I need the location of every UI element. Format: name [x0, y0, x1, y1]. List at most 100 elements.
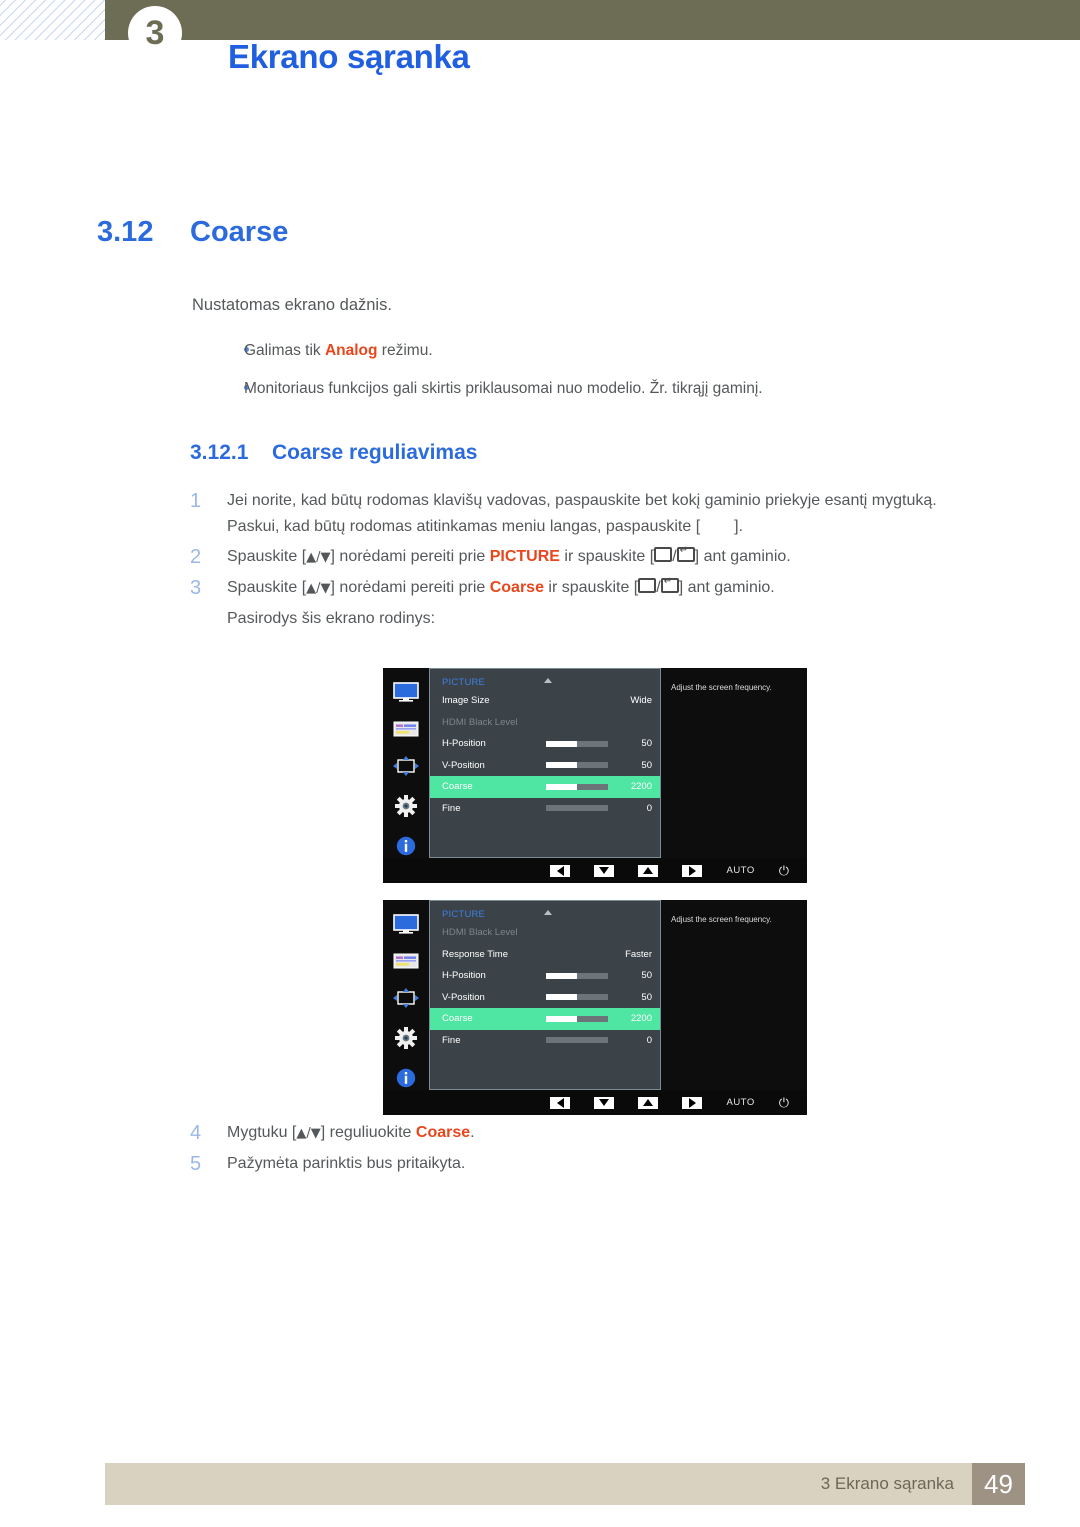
- right-arrow-key-icon[interactable]: [682, 864, 703, 877]
- step-3-number: 3: [190, 577, 202, 599]
- menu-button-icon: [638, 578, 657, 593]
- osd-menu-rows-1: Image Size Wide HDMI Black Level H-Position…: [430, 690, 660, 819]
- step-5: 5 Pažymėta parinktis bus pritaikyta.: [190, 1151, 1030, 1177]
- header-band: [105, 0, 1080, 40]
- section-heading: 3.12 Coarse: [97, 216, 288, 249]
- step-3-continuation: Pasirodys šis ekrano rodinys:: [227, 610, 436, 627]
- down-arrow-key-icon[interactable]: [594, 1096, 615, 1109]
- monitor-icon: [393, 682, 419, 707]
- bullet-text-post: režimu.: [377, 342, 433, 359]
- osd-menu-item-value: Wide: [630, 695, 652, 707]
- step-2-mid2: ir spauskite [: [559, 548, 655, 565]
- osd-slider[interactable]: [546, 1037, 608, 1044]
- step-2-mid: ] norėdami pereiti prie: [330, 548, 490, 565]
- osd-menu-item[interactable]: HDMI Black Level: [430, 922, 660, 944]
- up-arrow-key-icon[interactable]: [638, 864, 659, 877]
- menu-button-icon: [654, 547, 673, 562]
- subsection-heading: 3.12.1 Coarse reguliavimas: [190, 441, 477, 465]
- step-3-suffix: ] ant gaminio.: [678, 579, 775, 596]
- step-1-line2-suffix: ].: [734, 518, 744, 535]
- osd-menu-item-label: H-Position: [442, 970, 486, 982]
- section-title: Coarse: [190, 216, 289, 248]
- bullet-item: Galimas tik Analog režimu.: [192, 341, 1022, 361]
- left-arrow-key-icon[interactable]: [550, 864, 571, 877]
- auto-button-label[interactable]: AUTO: [726, 1097, 754, 1108]
- down-arrow-key-icon[interactable]: [594, 864, 615, 877]
- bullet-dot-icon: [192, 341, 244, 361]
- osd-sidebar: [383, 668, 429, 858]
- osd-menu-item-value: 0: [646, 802, 652, 814]
- enter-button-icon: [676, 545, 695, 562]
- osd-menu-item[interactable]: Fine 0: [430, 798, 660, 820]
- osd-slider[interactable]: [546, 972, 608, 979]
- chapter-number-badge: 3: [128, 6, 182, 60]
- bullet-list: Galimas tik Analog režimu. Monitoriaus f…: [192, 341, 1022, 417]
- osd-menu-item[interactable]: Fine 0: [430, 1030, 660, 1052]
- osd-menu-item[interactable]: Coarse 2200: [430, 776, 660, 798]
- step-4-keyword: Coarse: [415, 1124, 471, 1141]
- osd-menu-item-label: V-Position: [442, 759, 485, 771]
- section-number: 3.12: [97, 216, 154, 248]
- osd-slider[interactable]: [546, 762, 608, 769]
- step-3-prefix: Spauskite [: [227, 579, 307, 596]
- step-3: 3 Spauskite [▲/▼] norėdami pereiti prie …: [190, 575, 1030, 602]
- decorative-hatch-pattern: [0, 0, 105, 40]
- osd-menu-panel-1: PICTURE Image Size Wide HDMI Black Level H-…: [429, 668, 661, 858]
- osd-screenshot-1: PICTURE Image Size Wide HDMI Black Level H-…: [383, 668, 807, 883]
- footer-chapter-label: 3 Ekrano sąranka: [820, 1474, 954, 1493]
- osd-settings-icon: [393, 721, 419, 742]
- osd-menu-item-label: HDMI Black Level: [442, 927, 518, 939]
- osd-menu-item-label: Fine: [442, 1034, 461, 1046]
- step-4-mid: ] reguliuokite: [320, 1124, 416, 1141]
- step-2: 2 Spauskite [▲/▼] norėdami pereiti prie …: [190, 544, 1030, 571]
- osd-slider[interactable]: [546, 783, 608, 790]
- step-1-line1: Jei norite, kad būtų rodomas klavišų vad…: [227, 492, 937, 509]
- step-1-number: 1: [190, 490, 202, 512]
- step-3-mid2: ir spauskite [: [543, 579, 639, 596]
- auto-button-label[interactable]: AUTO: [726, 865, 754, 876]
- osd-menu-panel-2: PICTURE HDMI Black Level Response Time Fas…: [429, 900, 661, 1090]
- osd-menu-item[interactable]: V-Position 50: [430, 755, 660, 777]
- up-arrow-key-icon[interactable]: [638, 1096, 659, 1109]
- subsection-number: 3.12.1: [190, 441, 249, 464]
- step-1: 1 Jei norite, kad būtų rodomas klavišų v…: [190, 488, 1030, 540]
- osd-slider[interactable]: [546, 805, 608, 812]
- osd-slider[interactable]: [546, 994, 608, 1001]
- power-icon[interactable]: ⏻: [779, 864, 789, 877]
- osd-menu-item[interactable]: HDMI Black Level: [430, 712, 660, 734]
- left-arrow-key-icon[interactable]: [550, 1096, 571, 1109]
- osd-slider[interactable]: [546, 1015, 608, 1022]
- osd-slider-fill: [546, 972, 577, 979]
- osd-menu-item-label: Response Time: [442, 948, 509, 960]
- instruction-steps-tail: 4 Mygtuku [▲/▼] reguliuokite Coarse. 5 P…: [190, 1120, 1030, 1181]
- instruction-steps: 1 Jei norite, kad būtų rodomas klavišų v…: [190, 488, 1030, 632]
- right-arrow-key-icon[interactable]: [682, 1096, 703, 1109]
- up-down-arrow-icon: ▲/▼: [306, 581, 331, 596]
- section-intro-text: Nustatomas ekrano dažnis.: [192, 296, 392, 314]
- step-2-text: Spauskite [▲/▼] norėdami pereiti prie PI…: [227, 544, 791, 571]
- osd-menu-item[interactable]: V-Position 50: [430, 987, 660, 1009]
- osd-menu-item-value: 50: [641, 991, 652, 1003]
- power-icon[interactable]: ⏻: [779, 1096, 789, 1109]
- step-4-prefix: Mygtuku [: [227, 1124, 297, 1141]
- osd-menu-item[interactable]: H-Position 50: [430, 733, 660, 755]
- osd-menu-item-label: Image Size: [442, 695, 490, 707]
- osd-control-bar-1: AUTO ⏻: [383, 858, 807, 883]
- osd-menu-item-value: 2200: [630, 1013, 652, 1025]
- up-down-arrow-icon: ▲/▼: [306, 550, 331, 565]
- position-arrows-icon: [393, 988, 419, 1013]
- step-4-suffix: .: [470, 1124, 475, 1141]
- osd-help-panel: Adjust the screen frequency.: [661, 900, 807, 1090]
- osd-menu-item[interactable]: H-Position 50: [430, 965, 660, 987]
- osd-slider[interactable]: [546, 740, 608, 747]
- page-header-title: Ekrano sąranka: [228, 38, 470, 75]
- osd-menu-item-label: Coarse: [442, 1013, 473, 1025]
- osd-slider-fill: [546, 783, 577, 790]
- step-2-keyword: PICTURE: [489, 548, 560, 565]
- osd-screenshot-2: PICTURE HDMI Black Level Response Time Fas…: [383, 900, 807, 1115]
- osd-menu-item[interactable]: Image Size Wide: [430, 690, 660, 712]
- osd-menu-item[interactable]: Response Time Faster: [430, 944, 660, 966]
- osd-slider-fill: [546, 762, 577, 769]
- osd-menu-item-value: 2200: [630, 781, 652, 793]
- osd-menu-item[interactable]: Coarse 2200: [430, 1008, 660, 1030]
